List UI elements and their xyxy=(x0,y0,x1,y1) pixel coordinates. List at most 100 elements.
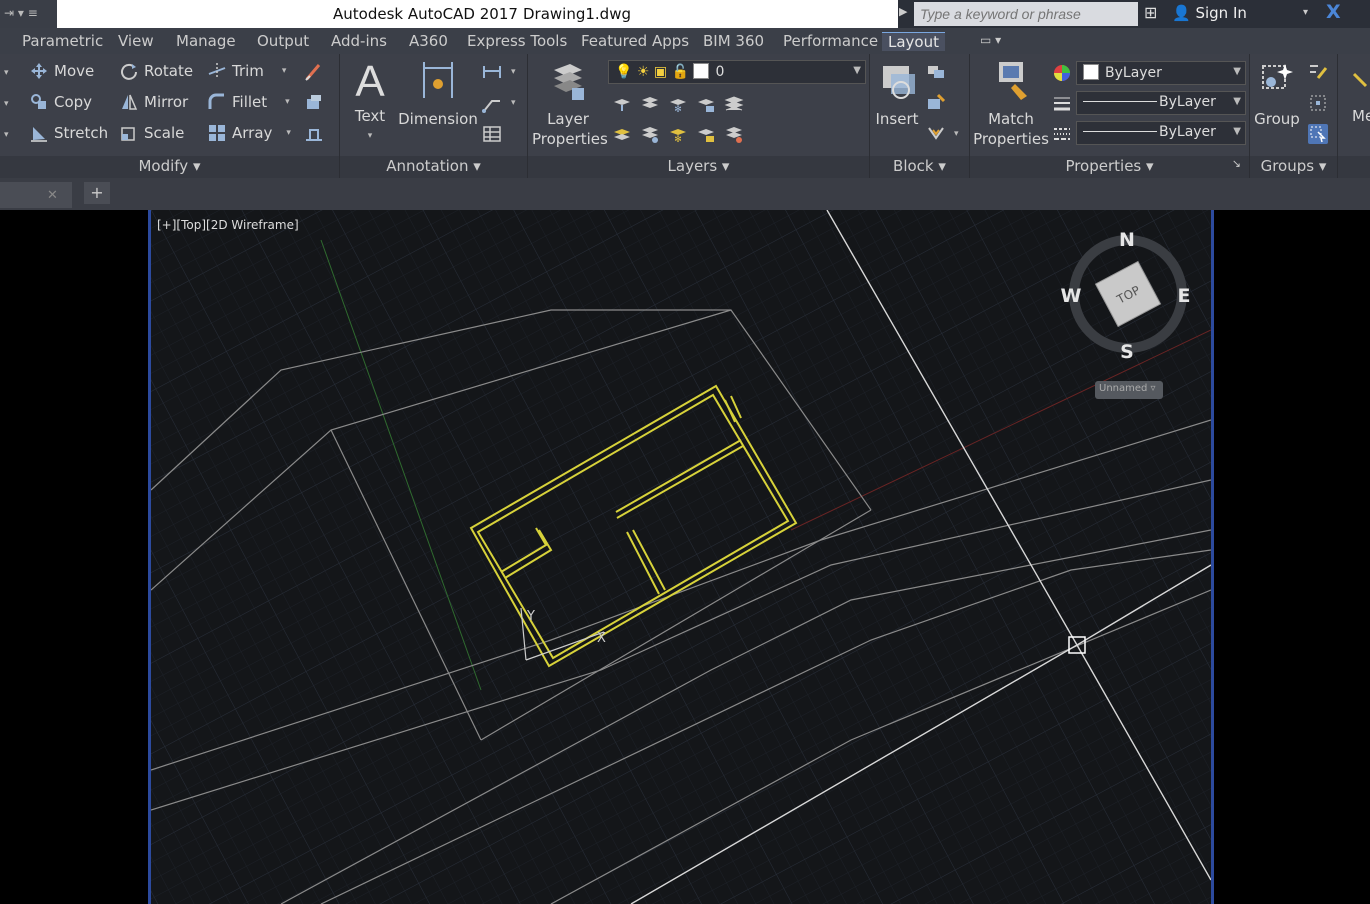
measure-label[interactable]: Me xyxy=(1352,106,1370,126)
group-edit-icon[interactable] xyxy=(1308,93,1328,113)
layer-properties-label-2: Properties xyxy=(532,130,608,148)
tab-add-ins[interactable]: Add-ins xyxy=(331,32,387,50)
current-layer-name: 0 xyxy=(715,64,725,80)
chevron-down-icon[interactable]: ▾ xyxy=(285,97,290,107)
quick-access-toolbar[interactable]: ⇥ ▾ ≡ xyxy=(0,0,57,28)
chevron-down-icon[interactable]: ▾ xyxy=(954,129,959,139)
insert-button[interactable]: Insert xyxy=(872,60,922,129)
linetype-icon[interactable] xyxy=(1052,124,1072,144)
compass-east[interactable]: E xyxy=(1178,285,1191,307)
fillet-button[interactable]: Fillet ▾ xyxy=(208,93,290,111)
color-dropdown[interactable]: ByLayer ▼ xyxy=(1076,61,1246,85)
groups-panel-title[interactable]: Groups ▾ xyxy=(1250,156,1337,178)
table-icon[interactable] xyxy=(482,124,502,144)
mirror-button[interactable]: Mirror xyxy=(120,93,188,111)
properties-panel-title[interactable]: Properties ▾ ↘ xyxy=(970,156,1249,178)
offset-icon[interactable] xyxy=(304,124,324,144)
array-button[interactable]: Array ▾ xyxy=(208,124,291,142)
compass-south[interactable]: S xyxy=(1120,341,1134,363)
modify-panel-title[interactable]: Modify ▾ xyxy=(0,156,339,178)
trim-button[interactable]: Trim ▾ xyxy=(208,62,286,80)
compass-north[interactable]: N xyxy=(1119,229,1135,251)
drawing-canvas[interactable]: Y X TOP N S E W [+][Top][2D Wireframe] U… xyxy=(0,210,1370,904)
layer-match-icon[interactable] xyxy=(724,94,744,114)
lineweight-icon[interactable] xyxy=(1052,94,1072,114)
compass-west[interactable]: W xyxy=(1061,285,1082,307)
tab-output[interactable]: Output xyxy=(257,32,309,50)
tab-featured-apps[interactable]: Featured Apps xyxy=(581,32,689,50)
create-block-icon[interactable] xyxy=(926,62,946,82)
exchange-apps-icon[interactable]: X xyxy=(1326,1,1341,23)
lineweight-dropdown[interactable]: ByLayer ▼ xyxy=(1076,121,1246,145)
leader-icon[interactable] xyxy=(482,93,502,113)
layer-freeze-icon[interactable]: ✻ xyxy=(668,94,688,114)
linetype-dropdown[interactable]: ByLayer ▼ xyxy=(1076,91,1246,115)
drawing-svg[interactable]: Y X TOP N S E W xyxy=(151,210,1211,904)
text-button[interactable]: A Text ▾ xyxy=(350,58,390,146)
close-icon[interactable]: ✕ xyxy=(47,188,58,203)
search-expand-icon[interactable]: ▶ xyxy=(899,5,907,18)
ucs-menu-button[interactable]: Unnamed ▿ xyxy=(1095,381,1163,399)
ribbon-minimize-icon[interactable]: ▭ ▾ xyxy=(980,33,1001,47)
annotation-panel-title[interactable]: Annotation ▾ xyxy=(340,156,527,178)
erase-icon[interactable] xyxy=(304,62,324,82)
tab-manage[interactable]: Manage xyxy=(176,32,236,50)
layer-on-icon[interactable] xyxy=(612,124,632,144)
layer-unisolate-icon[interactable] xyxy=(640,124,660,144)
chevron-down-icon[interactable]: ▾ xyxy=(4,130,9,140)
dimension-button[interactable]: Dimension xyxy=(398,58,478,129)
layer-unlock-icon[interactable] xyxy=(696,124,716,144)
viewport-controls-label[interactable]: [+][Top][2D Wireframe] xyxy=(157,218,299,232)
tab-parametric[interactable]: Parametric xyxy=(22,32,103,50)
tab-a360[interactable]: A360 xyxy=(409,32,448,50)
move-button[interactable]: Move xyxy=(30,62,94,80)
block-panel-title[interactable]: Block ▾ xyxy=(870,156,969,178)
chevron-down-icon[interactable]: ▾ xyxy=(4,68,9,78)
layer-properties-button[interactable]: Layer Properties xyxy=(532,60,608,149)
layer-isolate-icon[interactable] xyxy=(640,94,660,114)
new-tab-button[interactable]: + xyxy=(84,182,110,204)
layer-lock-icon[interactable] xyxy=(696,94,716,114)
chevron-down-icon[interactable]: ▾ xyxy=(282,66,287,76)
chevron-down-icon[interactable]: ▾ xyxy=(350,126,390,146)
tab-bim360[interactable]: BIM 360 xyxy=(703,32,764,50)
layer-thaw-icon[interactable]: ✻ xyxy=(668,124,688,144)
dialog-launcher-icon[interactable]: ↘ xyxy=(1232,157,1241,170)
group-button[interactable]: Group xyxy=(1252,60,1302,129)
chevron-down-icon[interactable]: ▾ xyxy=(511,98,516,108)
group-selection-icon[interactable] xyxy=(1308,124,1328,144)
layer-stack-icon xyxy=(554,64,584,100)
measure-icon[interactable] xyxy=(1350,70,1370,90)
explode-icon[interactable] xyxy=(304,93,324,113)
binoculars-icon[interactable]: ⊞ xyxy=(1144,3,1157,22)
color-value: ByLayer xyxy=(1105,65,1162,81)
linetype-value: ByLayer xyxy=(1159,94,1216,110)
stretch-button[interactable]: Stretch xyxy=(30,124,108,142)
edit-attributes-icon[interactable] xyxy=(926,124,946,144)
model-viewport[interactable]: Y X TOP N S E W [+][Top][2D Wireframe] U… xyxy=(148,210,1214,904)
layer-merge-icon[interactable] xyxy=(724,124,744,144)
layer-dropdown[interactable]: 💡 ☀ ▣ 🔓 0 ▼ xyxy=(608,60,866,84)
match-properties-button[interactable]: Match Properties xyxy=(972,60,1050,149)
file-tab-drawing1[interactable]: ✕ xyxy=(0,182,72,208)
scale-button[interactable]: Scale xyxy=(120,124,184,142)
trim-label: Trim xyxy=(232,62,264,80)
chevron-down-icon[interactable]: ▾ xyxy=(286,128,291,138)
tab-view[interactable]: View xyxy=(118,32,154,50)
chevron-down-icon[interactable]: ▾ xyxy=(4,99,9,109)
tab-express-tools[interactable]: Express Tools xyxy=(467,32,567,50)
linear-dimension-icon[interactable] xyxy=(482,62,502,82)
chevron-down-icon[interactable]: ▾ xyxy=(1303,7,1308,18)
sign-in-button[interactable]: 👤 Sign In xyxy=(1172,4,1247,22)
search-input[interactable] xyxy=(914,2,1138,26)
tab-layout[interactable]: Layout xyxy=(882,32,945,51)
chevron-down-icon[interactable]: ▾ xyxy=(511,67,516,77)
tab-performance[interactable]: Performance xyxy=(783,32,878,50)
copy-button[interactable]: Copy xyxy=(30,93,92,111)
rotate-button[interactable]: Rotate xyxy=(120,62,193,80)
edit-block-icon[interactable] xyxy=(926,93,946,113)
color-wheel-icon[interactable] xyxy=(1052,63,1072,83)
ungroup-icon[interactable] xyxy=(1308,62,1328,82)
layer-off-icon[interactable] xyxy=(612,94,632,114)
layers-panel-title[interactable]: Layers ▾ xyxy=(528,156,869,178)
